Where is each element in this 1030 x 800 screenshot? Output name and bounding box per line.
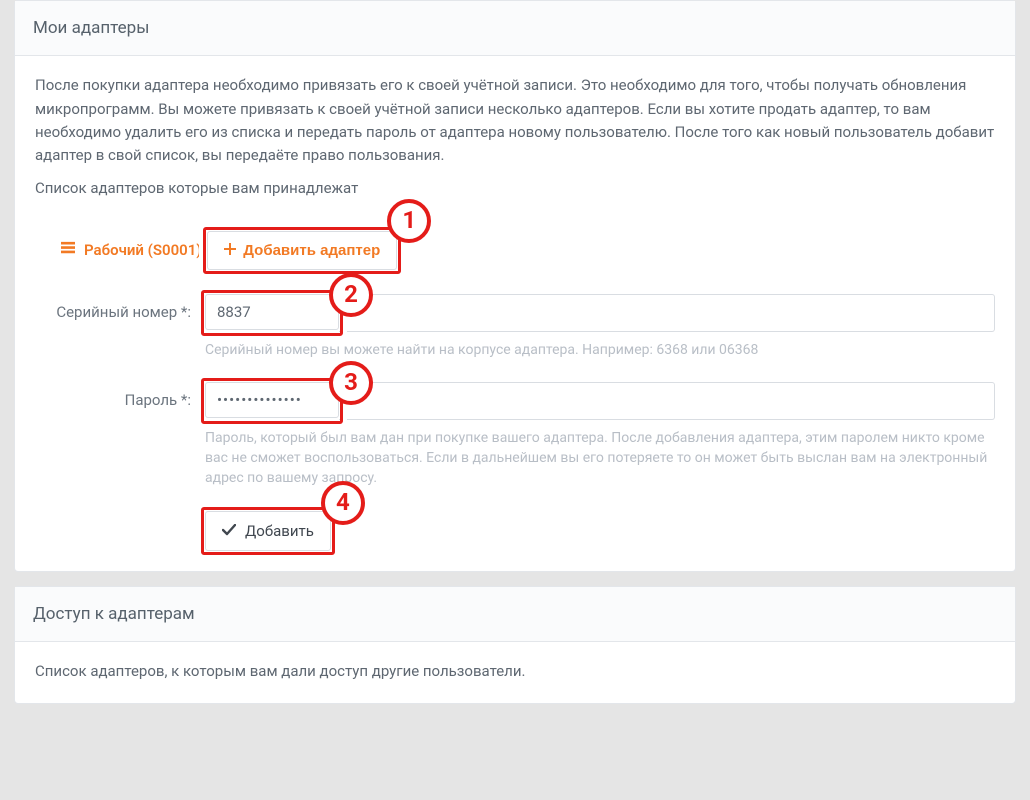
adapter-label: Рабочий (S0001) [84, 239, 202, 262]
add-adapter-form: Серийный номер *: 2 Серийный номер вы мо… [35, 294, 995, 551]
submit-label: Добавить [245, 522, 314, 540]
plus-icon [224, 242, 236, 259]
panel-body: После покупки адаптера необходимо привяз… [15, 56, 1015, 570]
step-badge: 4 [321, 481, 365, 525]
serial-label: Серийный номер *: [35, 294, 205, 324]
serial-field: Серийный номер *: 2 Серийный номер вы мо… [35, 294, 995, 360]
adapter-link[interactable]: Рабочий (S0001) [61, 239, 202, 262]
check-icon [222, 522, 236, 540]
step-badge: 1 [387, 199, 431, 243]
serial-input[interactable] [205, 294, 339, 330]
intro-paragraph: Список адаптеров которые вам принадлежат [35, 177, 995, 200]
step-badge: 2 [329, 273, 373, 317]
panel-title: Мои адаптеры [15, 1, 1015, 56]
submit-button[interactable]: Добавить [205, 511, 331, 551]
password-label: Пароль *: [35, 382, 205, 412]
submit-row: Добавить 4 [35, 511, 995, 551]
password-input-ext[interactable] [339, 382, 995, 420]
add-adapter-label: Добавить адаптер [243, 242, 380, 259]
password-help: Пароль, который был вам дан при покупке … [205, 428, 995, 489]
password-field: Пароль *: 3 Пароль, который был вам дан … [35, 382, 995, 489]
adapter-icon [61, 239, 75, 262]
panel-adapter-access: Доступ к адаптерам Список адаптеров, к к… [14, 586, 1016, 705]
panel-title: Доступ к адаптерам [15, 587, 1015, 642]
intro-text: После покупки адаптера необходимо привяз… [35, 74, 995, 200]
panel-body: Список адаптеров, к которым вам дали дос… [15, 642, 1015, 703]
serial-input-ext[interactable] [339, 294, 995, 332]
intro-paragraph: После покупки адаптера необходимо привяз… [35, 74, 995, 167]
add-adapter-button[interactable]: Добавить адаптер [207, 231, 397, 270]
serial-help: Серийный номер вы можете найти на корпус… [205, 340, 995, 360]
step-badge: 3 [329, 361, 373, 405]
password-input[interactable] [205, 382, 339, 418]
access-text: Список адаптеров, к которым вам дали дос… [35, 660, 995, 683]
panel-my-adapters: Мои адаптеры После покупки адаптера необ… [14, 0, 1016, 572]
